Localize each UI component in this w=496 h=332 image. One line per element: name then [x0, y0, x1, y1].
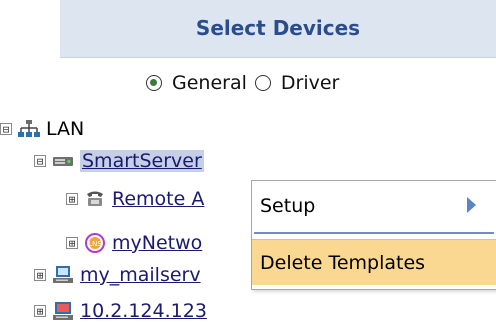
collapse-icon[interactable]: ⊟ — [34, 155, 46, 167]
expand-icon[interactable]: ⊞ — [66, 237, 78, 249]
svg-text:LNS: LNS — [88, 240, 102, 248]
panel-header: Select Devices — [60, 0, 496, 58]
network-icon — [18, 120, 40, 137]
tree-node-label: LAN — [46, 118, 85, 140]
menu-separator — [254, 232, 494, 234]
left-margin — [0, 0, 60, 112]
tree-node-link[interactable]: Remote A — [112, 188, 204, 210]
tree-node-mynetwork[interactable]: ⊞ LNS myNetwo — [66, 228, 202, 258]
menu-item-label: Setup — [260, 195, 316, 217]
tree-node-remote[interactable]: ⊞ Remote A — [66, 184, 204, 214]
expand-icon[interactable]: ⊞ — [34, 269, 46, 281]
tree-node-lan[interactable]: ⊟ LAN — [0, 114, 84, 144]
driver-radio-label[interactable]: Driver — [281, 72, 339, 94]
context-menu: Setup Delete Templates — [251, 180, 496, 290]
tree-node-ip[interactable]: ⊞ 10.2.124.123 — [34, 296, 207, 326]
mode-radio-group: General Driver — [146, 70, 341, 96]
tree-node-link[interactable]: myNetwo — [112, 232, 202, 254]
tree-node-smartserver[interactable]: ⊟ SmartServer — [34, 146, 204, 176]
menu-item-delete-templates[interactable]: Delete Templates — [252, 239, 496, 285]
general-radio[interactable] — [146, 75, 162, 91]
phone-icon — [87, 191, 103, 206]
computer-icon — [53, 302, 73, 320]
submenu-arrow-icon — [467, 197, 476, 213]
general-radio-label[interactable]: General — [172, 72, 247, 94]
tree-node-link[interactable]: SmartServer — [80, 150, 204, 172]
tree-node-link[interactable]: my_mailserv — [80, 264, 201, 286]
panel-title: Select Devices — [195, 16, 361, 40]
collapse-icon[interactable]: ⊟ — [0, 123, 12, 135]
server-icon — [53, 157, 73, 166]
driver-radio[interactable] — [254, 75, 271, 91]
mailserver-icon — [53, 266, 73, 283]
select-devices-window: Select Devices General Driver ⊟ LAN ⊟ Sm… — [0, 0, 496, 332]
lns-network-icon: LNS — [85, 233, 105, 253]
expand-icon[interactable]: ⊞ — [34, 305, 46, 317]
tree-node-link[interactable]: 10.2.124.123 — [80, 300, 207, 322]
menu-item-setup[interactable]: Setup — [252, 183, 496, 229]
expand-icon[interactable]: ⊞ — [66, 193, 78, 205]
tree-node-mailserver[interactable]: ⊞ my_mailserv — [34, 260, 201, 290]
menu-item-label: Delete Templates — [260, 251, 426, 274]
